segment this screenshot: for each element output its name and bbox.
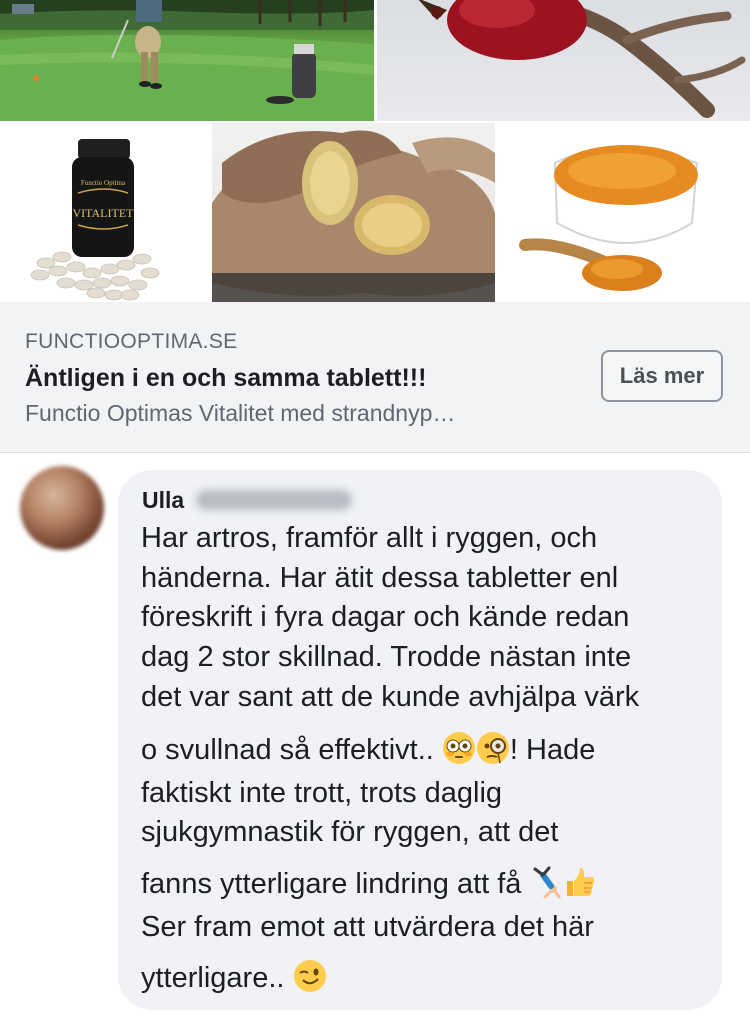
bottle-label-top: Functio Optima [81,179,126,187]
comment-author-name[interactable]: Ulla [142,487,184,514]
link-domain: FUNCTIOOPTIMA.SE [25,330,238,353]
face-with-monocle-emoji-icon [476,731,510,765]
golf-course-image [0,0,374,121]
thumbs-up-emoji-icon [563,865,597,899]
comment-text: o svullnad så effektivt.. [141,734,442,766]
comment-text: fanns ytterligare lindring att få [141,868,530,900]
person-cartwheeling-emoji-icon [529,865,563,899]
vitalitet-bottle-image: Functio Optima VITALITET [0,123,210,302]
flushed-face-emoji-icon [442,731,476,765]
comment-line: händerna. Har ätit dessa tabletter enl [141,562,619,594]
comment-text: ytterligare.. [141,962,293,994]
comment-line: fanns ytterligare lindring att få [141,865,597,901]
comment-line: föreskrift i fyra dagar och kände redan [141,601,630,633]
winking-face-emoji-icon [293,959,327,993]
comment-line: faktiskt inte trott, trots daglig [141,777,503,809]
comment-line: dag 2 stor skillnad. Trodde nästan inte [141,641,632,673]
comment-line: o svullnad så effektivt.. ! Hade [141,731,595,767]
comment-text: ! Hade [509,734,596,766]
turmeric-powder-image [497,123,750,302]
read-more-button[interactable]: Läs mer [601,350,723,402]
blurred-surname [196,490,352,510]
ginger-root-image [212,123,495,302]
comment-line: det var sant att de kunde avhjälpa värk [141,681,640,713]
comment-line: sjukgymnastik för ryggen, att det [141,816,559,848]
link-description: Functio Optimas Vitalitet med strandnyp… [25,400,456,426]
bottle-label-main: VITALITET [72,206,134,220]
comment-line: Ser fram emot att utvärdera det här [141,911,594,943]
comment-line: Har artros, framför allt i ryggen, och [141,522,598,554]
commenter-avatar[interactable] [20,466,104,550]
link-title[interactable]: Äntligen i en och samma tablett!!! [25,364,426,393]
comment-line: ytterligare.. [141,959,327,995]
link-preview-image-collage[interactable]: Functio Optima VITALITET [0,0,750,302]
rosehip-image [377,0,750,121]
